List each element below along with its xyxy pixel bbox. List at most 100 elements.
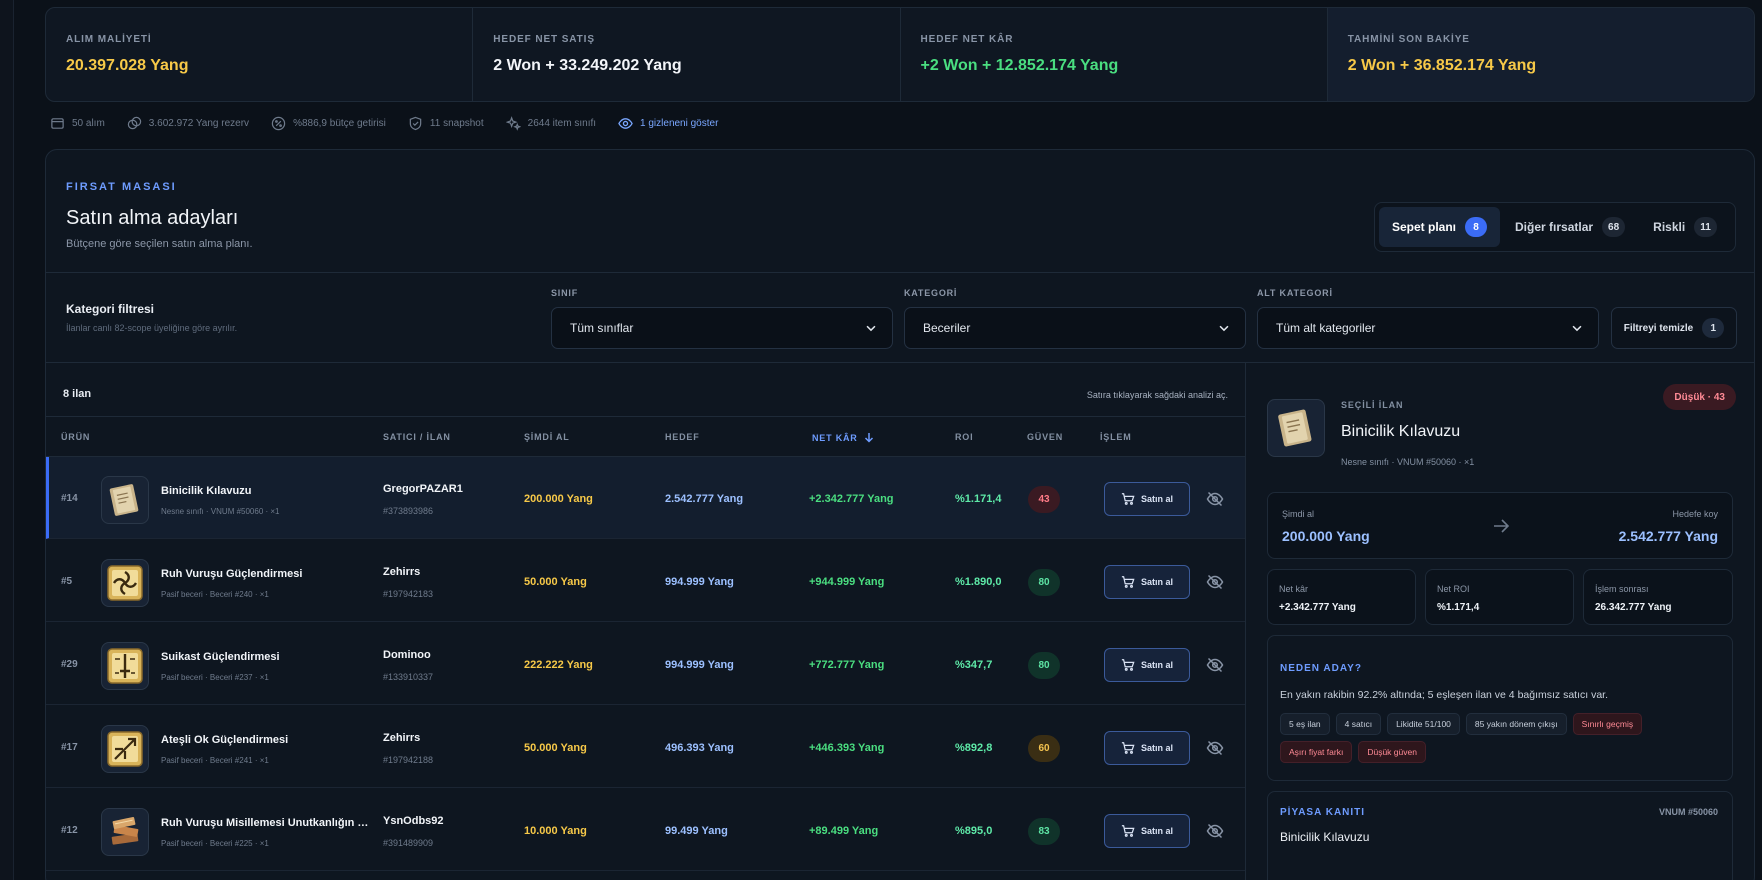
net-profit: +944.999 Yang [809,576,885,588]
table-row[interactable]: #17 Ateşli Ok Güçlendirmesi Pasif beceri… [46,706,1245,788]
stat-label: HEDEF NET KÂR [920,34,1014,45]
market-title: PİYASA KANITI [1280,807,1366,818]
show-hidden-link[interactable]: 1 gizleneni göster [618,116,718,131]
table-row[interactable]: #5 Ruh Vuruşu Güçlendirmesi Pasif beceri… [46,540,1245,622]
hide-eye-off-icon[interactable] [1206,656,1224,674]
th-action: İŞLEM [1100,432,1132,442]
row-rank: #5 [61,576,73,587]
why-candidate-card: NEDEN ADAY? En yakın rakibin 92.2% altın… [1267,635,1733,781]
th-roi[interactable]: ROI [955,432,973,442]
listing-id: #197942183 [383,589,434,599]
listing-id: #197942188 [383,755,434,765]
arrow-skill-icon [107,731,143,767]
buy-button[interactable]: Satın al [1104,482,1190,516]
th-buy-now[interactable]: ŞİMDİ AL [524,432,570,442]
target-price: 496.393 Yang [665,742,734,754]
chevron-down-icon [1572,325,1582,332]
reason-chip: 4 satıcı [1335,713,1382,735]
th-seller[interactable]: SATICI / İLAN [383,432,451,442]
target-price: 99.499 Yang [665,825,728,837]
buy-now-label: Şimdi al [1282,509,1315,519]
arrow-right-icon [1494,519,1510,533]
market-vnum: VNUM #50060 [1658,807,1718,817]
seller-name: GregorPAZAR1 [383,483,463,495]
summary-stats: ALIM MALİYETİ 20.397.028 Yang HEDEF NET … [45,7,1755,102]
net-profit: +89.499 Yang [809,825,879,837]
buy-button-label: Satın al [1140,577,1173,587]
percent-icon [271,116,286,131]
product-name: Ruh Vuruşu Misillemesi Unutkanlığın Kita… [161,817,371,829]
hide-eye-off-icon[interactable] [1206,822,1224,840]
class-select[interactable]: Tüm sınıflar [551,307,893,349]
item-thumbnail [101,725,149,773]
hide-eye-off-icon[interactable] [1206,490,1224,508]
class-label: SINIF [551,288,579,298]
metric-label: İşlem sonrası [1595,584,1649,594]
th-target[interactable]: HEDEF [665,432,700,442]
chevron-down-icon [1219,325,1229,332]
warning-chip: Sınırlı geçmiş [1572,713,1643,735]
page-subtitle: Bütçene göre seçilen satın alma planı. [66,238,253,250]
tab-other-opportunities[interactable]: Diğer fırsatlar 68 [1502,207,1638,247]
subcategory-select[interactable]: Tüm alt kategoriler [1257,307,1599,349]
detail-thumbnail [1267,399,1325,457]
buy-button[interactable]: Satın al [1104,731,1190,765]
seller-name: YsnOdbs92 [383,815,444,827]
market-evidence-card: PİYASA KANITI VNUM #50060 Binicilik Kıla… [1267,791,1733,880]
left-rail [0,0,14,880]
book-icon [109,484,139,516]
arrow-down-icon [864,433,873,443]
meta-budget-return-text: %886,9 bütçe getirisi [293,118,386,129]
product-name: Ateşli Ok Güçlendirmesi [161,734,289,746]
tab-count: 11 [1694,217,1717,237]
tab-risky[interactable]: Riskli 11 [1640,207,1730,247]
product-meta: Pasif beceri · Beceri #225 · ×1 [161,839,269,848]
product-meta: Pasif beceri · Beceri #237 · ×1 [161,673,269,682]
tab-count: 68 [1602,217,1626,237]
tab-label: Diğer fırsatlar [1515,220,1594,234]
product-meta: Nesne sınıfı · VNUM #50060 · ×1 [161,507,280,516]
net-profit: +2.342.777 Yang [809,493,894,505]
reason-chip: 5 eş ilan [1280,713,1330,735]
hide-eye-off-icon[interactable] [1206,573,1224,591]
th-trust[interactable]: GÜVEN [1027,432,1063,442]
stat-value: +2 Won + 12.852.174 Yang [920,57,1119,74]
meta-item-classes-text: 2644 item sınıfı [527,118,597,129]
target-price: 2.542.777 Yang [665,493,744,505]
clear-filter-button[interactable]: Filtreyi temizle 1 [1611,307,1737,349]
hide-eye-off-icon[interactable] [1206,739,1224,757]
table-row[interactable]: #14 Binicilik Kılavuzu Nesne sınıfı · VN… [46,457,1245,539]
th-net-profit[interactable]: NET KÂR [812,432,874,443]
table-row[interactable]: #29 Suikast Güçlendirmesi Pasif beceri ·… [46,623,1245,705]
buy-button-label: Satın al [1140,826,1173,836]
buy-now-price: 10.000 Yang [524,825,587,837]
product-name: Ruh Vuruşu Güçlendirmesi [161,568,303,580]
buy-now-price: 222.222 Yang [524,659,593,671]
buy-now-price: 50.000 Yang [524,742,587,754]
stat-label: HEDEF NET SATIŞ [493,34,595,45]
meta-reserve-text: 3.602.972 Yang rezerv [148,118,250,129]
seller-name: Zehirrs [383,732,421,744]
show-hidden-text: 1 gizleneni göster [640,118,719,129]
tab-basket-plan[interactable]: Sepet planı 8 [1379,207,1501,247]
buy-button-label: Satın al [1140,660,1173,670]
buy-button[interactable]: Satın al [1104,565,1190,599]
stat-value: 2 Won + 36.852.174 Yang [1347,57,1537,74]
detail-meta: Nesne sınıfı · VNUM #50060 · ×1 [1341,457,1475,467]
row-rank: #12 [61,825,78,836]
meta-budget-return: %886,9 bütçe getirisi [271,116,386,131]
category-select[interactable]: Beceriler [904,307,1246,349]
roi-value: %892,8 [955,742,993,754]
category-label: KATEGORİ [904,288,958,298]
stat-estimated-balance: TAHMİNİ SON BAKİYE 2 Won + 36.852.174 Ya… [1327,8,1754,101]
price-summary: Şimdi al 200.000 Yang Hedefe koy 2.542.7… [1267,492,1733,559]
th-product[interactable]: ÜRÜN [61,432,90,442]
chevron-down-icon [866,325,876,332]
product-meta: Pasif beceri · Beceri #240 · ×1 [161,590,269,599]
roi-value: %347,7 [955,659,993,671]
spiral-skill-icon [107,565,143,601]
table-row[interactable]: #12 Ruh Vuruşu Misillemesi Unutkanlığın … [46,789,1245,871]
cart-icon [1121,493,1135,505]
buy-button[interactable]: Satın al [1104,648,1190,682]
buy-button[interactable]: Satın al [1104,814,1190,848]
